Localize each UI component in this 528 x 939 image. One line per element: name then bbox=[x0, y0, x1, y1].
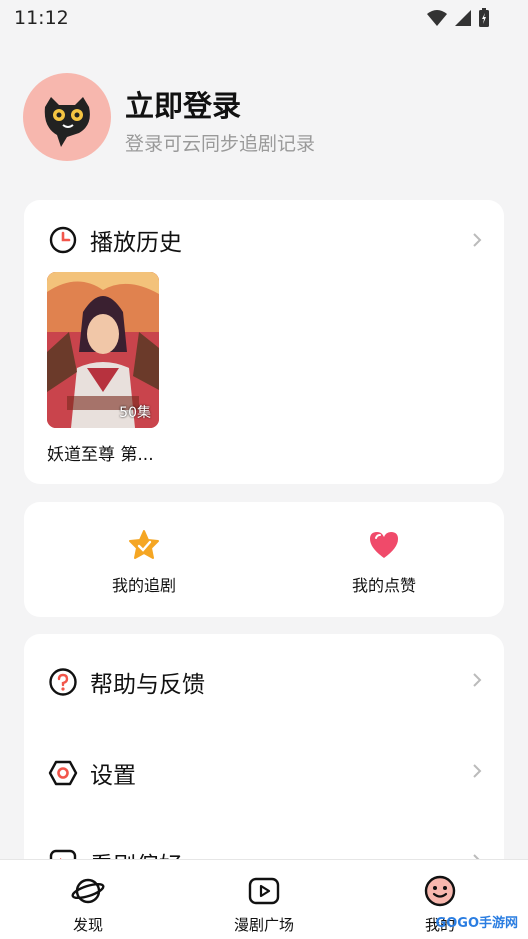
help-icon bbox=[49, 668, 77, 696]
nav-discover-label: 发现 bbox=[72, 916, 103, 934]
my-likes-button[interactable]: 我的点赞 bbox=[264, 502, 504, 617]
history-item-title[interactable]: 妖道至尊 第... bbox=[47, 440, 154, 465]
nav-drama-square-label: 漫剧广场 bbox=[233, 916, 294, 934]
profile-header[interactable]: 立即登录 登录可云同步追剧记录 bbox=[23, 73, 503, 163]
login-subtitle: 登录可云同步追剧记录 bbox=[125, 133, 316, 155]
play-square-icon bbox=[248, 877, 280, 905]
heart-icon bbox=[370, 532, 398, 558]
nav-discover[interactable]: 发现 bbox=[0, 860, 176, 939]
status-time: 11:12 bbox=[14, 7, 69, 29]
chevron-right-icon[interactable] bbox=[470, 233, 484, 247]
my-follow-label: 我的追剧 bbox=[111, 576, 176, 595]
my-follow-button[interactable]: 我的追剧 bbox=[24, 502, 264, 617]
settings-icon bbox=[48, 760, 78, 786]
history-thumbnail[interactable]: 50集 bbox=[47, 272, 159, 428]
menu-item-settings-label: 设置 bbox=[90, 763, 136, 789]
planet-icon bbox=[71, 878, 105, 904]
clock-icon bbox=[49, 226, 77, 254]
cat-logo-icon bbox=[44, 97, 90, 147]
history-header[interactable]: 播放历史 bbox=[48, 223, 182, 257]
status-icons bbox=[426, 8, 490, 28]
wifi-icon bbox=[427, 10, 447, 26]
login-title[interactable]: 立即登录 bbox=[125, 83, 241, 125]
episode-count: 50集 bbox=[119, 405, 151, 421]
menu-item-help[interactable]: 帮助与反馈 bbox=[48, 665, 205, 699]
history-label: 播放历史 bbox=[90, 230, 182, 256]
menu-card: 帮助与反馈 设置 看剧偏好 bbox=[24, 634, 504, 894]
my-likes-label: 我的点赞 bbox=[351, 576, 416, 595]
history-card: 播放历史 50集 妖道至尊 第... bbox=[24, 200, 504, 484]
signal-icon bbox=[455, 10, 471, 26]
chevron-right-icon[interactable] bbox=[470, 673, 484, 687]
star-icon bbox=[129, 530, 159, 559]
nav-drama-square[interactable]: 漫剧广场 bbox=[176, 860, 352, 939]
quick-actions-card: 我的追剧 我的点赞 bbox=[24, 502, 504, 617]
watermark-logo: GOGO手游网 bbox=[435, 916, 518, 931]
smiley-icon bbox=[424, 875, 456, 907]
menu-item-settings[interactable]: 设置 bbox=[48, 756, 136, 790]
avatar[interactable] bbox=[23, 73, 111, 161]
chevron-right-icon[interactable] bbox=[470, 764, 484, 778]
menu-item-help-label: 帮助与反馈 bbox=[90, 672, 205, 698]
status-bar: 11:12 bbox=[0, 0, 528, 36]
battery-icon bbox=[479, 8, 489, 27]
